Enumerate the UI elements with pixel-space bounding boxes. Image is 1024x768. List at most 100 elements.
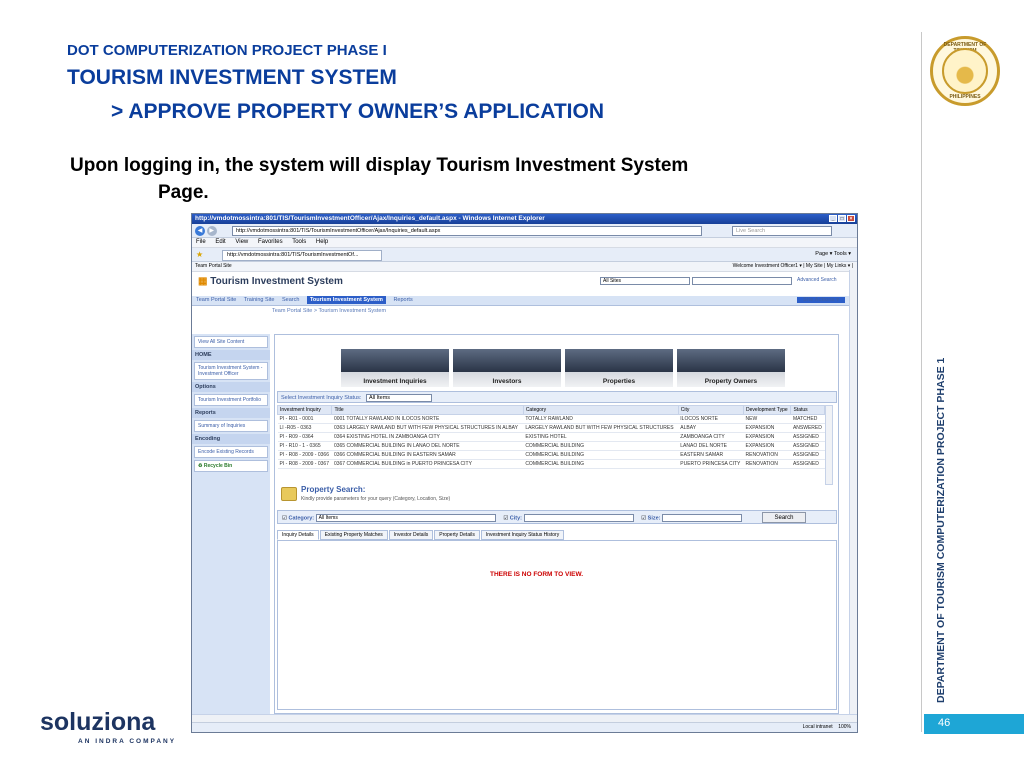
breadcrumb: Team Portal Site > Tourism Investment Sy… (272, 308, 387, 314)
tab-existing-property-matches[interactable]: Existing Property Matches (319, 530, 388, 540)
reports-item[interactable]: Summary of Inquiries (194, 420, 268, 432)
nav-tourism-investment-system[interactable]: Tourism Investment System (306, 296, 386, 304)
status-filter-select[interactable]: All Items (365, 394, 432, 402)
city-label: City: (509, 515, 523, 522)
col-development-type[interactable]: Development Type (743, 405, 792, 415)
page-tools-menu[interactable]: Page ▾ Tools ▾ (815, 251, 851, 257)
nav-search[interactable]: Search (282, 297, 299, 303)
folder-icon (281, 487, 297, 501)
search-filters: ☑ Category: All Items ☑ City: ☑ Size: Se… (277, 510, 837, 524)
menu-favorites[interactable]: Favorites (258, 239, 283, 245)
top-navigation: Team Portal Site Training Site Search To… (192, 296, 857, 306)
options-heading[interactable]: Options (192, 382, 270, 392)
zoom-label[interactable]: 100% (838, 724, 851, 730)
maximize-icon[interactable]: □ (838, 215, 846, 222)
encoding-heading[interactable]: Encoding (192, 434, 270, 444)
size-checkbox[interactable]: ☑ (641, 515, 646, 521)
scope-select[interactable]: All Sites (600, 277, 690, 285)
back-icon[interactable]: ◀ (195, 226, 205, 236)
table-row[interactable]: LI -R05 - 0363 0363 LARGELY RAWLAND BUT W… (277, 423, 825, 433)
window-title: http://vmdotmossintra:801/TIS/TourismInv… (195, 215, 545, 222)
home-heading[interactable]: HOME (192, 350, 270, 360)
nav-reports[interactable]: Reports (393, 297, 412, 303)
window-titlebar: http://vmdotmossintra:801/TIS/TourismInv… (192, 214, 857, 224)
tile-investors[interactable]: Investors (453, 349, 561, 387)
site-search-input[interactable] (692, 277, 792, 285)
welcome-menu[interactable]: Welcome Investment Officer1 ▾ | My Site … (733, 263, 853, 269)
tab-inquiry-details[interactable]: Inquiry Details (277, 530, 319, 540)
cell: RENOVATION (743, 459, 791, 469)
soluziona-logo: soluziona (40, 708, 156, 736)
table-row[interactable]: PI - R01 - 0001 0001 TOTALLY RAWLAND IN I… (277, 414, 825, 424)
close-icon[interactable]: × (847, 215, 855, 222)
col-investment-inquiry[interactable]: Investment Inquiry (276, 405, 333, 415)
cell: ASSIGNED (790, 459, 825, 469)
status-filter-label: Select Investment Inquiry Status: (281, 395, 362, 401)
col-title[interactable]: Title (331, 405, 524, 415)
cell: ALBAY (678, 423, 744, 433)
col-status[interactable]: Status (790, 405, 825, 415)
minimize-icon[interactable]: _ (829, 215, 837, 222)
menu-file[interactable]: File (196, 239, 206, 245)
size-input[interactable] (662, 514, 743, 522)
options-item[interactable]: Tourism Investment Portfolio (194, 394, 268, 406)
category-select[interactable]: All Items (315, 514, 496, 522)
nav-team-portal[interactable]: Team Portal Site (196, 297, 236, 303)
home-item[interactable]: Tourism Investment System - Investment O… (194, 362, 268, 380)
cell: PI - R08 - 2009 - 0366 (277, 450, 332, 460)
table-row[interactable]: PI - R09 - 0364 0364 EXISTING HOTEL IN ZA… (277, 432, 825, 442)
tab-property-details[interactable]: Property Details (434, 530, 480, 540)
sharepoint-topbar: Team Portal Site Welcome Investment Offi… (192, 262, 857, 272)
tab-investor-details[interactable]: Investor Details (388, 530, 434, 540)
size-label: Size: (647, 515, 661, 522)
site-name[interactable]: Team Portal Site (195, 263, 232, 269)
live-search-input[interactable]: Live Search (732, 226, 832, 236)
favorites-star-icon[interactable]: ★ (196, 250, 203, 259)
page-horizontal-scrollbar[interactable] (192, 714, 857, 722)
tile-properties[interactable]: Properties (565, 349, 673, 387)
category-label: Category: (288, 515, 315, 522)
cell: MATCHED (790, 414, 825, 424)
table-row[interactable]: PI - R08 - 2009 - 0367 0367 COMMERCIAL BU… (277, 459, 825, 469)
table-row[interactable]: PI - R10 - 1 - 0365 0365 COMMERCIAL BUILD… (277, 441, 825, 451)
site-title: ▦ Tourism Investment System (198, 276, 343, 287)
col-city[interactable]: City (677, 405, 745, 415)
view-all-content-link[interactable]: View All Site Content (194, 336, 268, 348)
menu-view[interactable]: View (235, 239, 248, 245)
tile-investment-inquiries[interactable]: Investment Inquiries (341, 349, 449, 387)
nav-training-site[interactable]: Training Site (244, 297, 275, 303)
city-checkbox[interactable]: ☑ (503, 515, 508, 521)
cell: PUERTO PRINCESA CITY (678, 459, 744, 469)
tab-status-history[interactable]: Investment Inquiry Status History (480, 530, 565, 540)
advanced-search-link[interactable]: Advanced Search (797, 277, 836, 283)
detail-tabs: Inquiry Details Existing Property Matches… (277, 530, 565, 540)
search-button[interactable]: Search (762, 512, 806, 523)
encoding-item[interactable]: Encode Existing Records (194, 446, 268, 458)
status-filter-bar: Select Investment Inquiry Status: All It… (277, 391, 837, 403)
site-title-text: Tourism Investment System (210, 276, 343, 287)
table-scrollbar[interactable] (825, 405, 833, 485)
forward-icon[interactable]: ▶ (206, 226, 217, 236)
cell: 0365 COMMERCIAL BUILDING IN LANAO DEL NO… (331, 441, 524, 451)
category-checkbox[interactable]: ☑ (282, 515, 287, 521)
no-form-message: THERE IS NO FORM TO VIEW. (490, 571, 584, 578)
city-select[interactable] (523, 514, 634, 522)
category-tiles: Investment Inquiries Investors Propertie… (341, 349, 801, 387)
table-row[interactable]: PI - R08 - 2009 - 0366 0366 COMMERCIAL BU… (277, 450, 825, 460)
url-input[interactable]: http://vmdotmossintra:801/TIS/TourismInv… (232, 226, 702, 236)
reports-heading[interactable]: Reports (192, 408, 270, 418)
address-bar: ◀ ▶ http://vmdotmossintra:801/TIS/Touris… (192, 224, 857, 238)
recycle-bin-link[interactable]: ♻ Recycle Bin (194, 460, 268, 472)
page-vertical-scrollbar[interactable] (849, 270, 857, 716)
site-actions-button[interactable]: Site Actions ▾ (797, 297, 845, 303)
cell: EXISTING HOTEL (523, 432, 679, 442)
browser-tab[interactable]: http://vmdotmossintra:801/TIS/TourismInv… (222, 250, 382, 261)
quick-launch: View All Site Content HOME Tourism Inves… (192, 334, 270, 714)
cell: PI - R09 - 0364 (277, 432, 332, 442)
menu-tools[interactable]: Tools (292, 239, 306, 245)
menu-edit[interactable]: Edit (215, 239, 225, 245)
tile-property-owners[interactable]: Property Owners (677, 349, 785, 387)
col-category[interactable]: Category (522, 405, 679, 415)
table-header-row: Investment Inquiry Title Category City D… (276, 405, 825, 415)
menu-help[interactable]: Help (316, 239, 328, 245)
